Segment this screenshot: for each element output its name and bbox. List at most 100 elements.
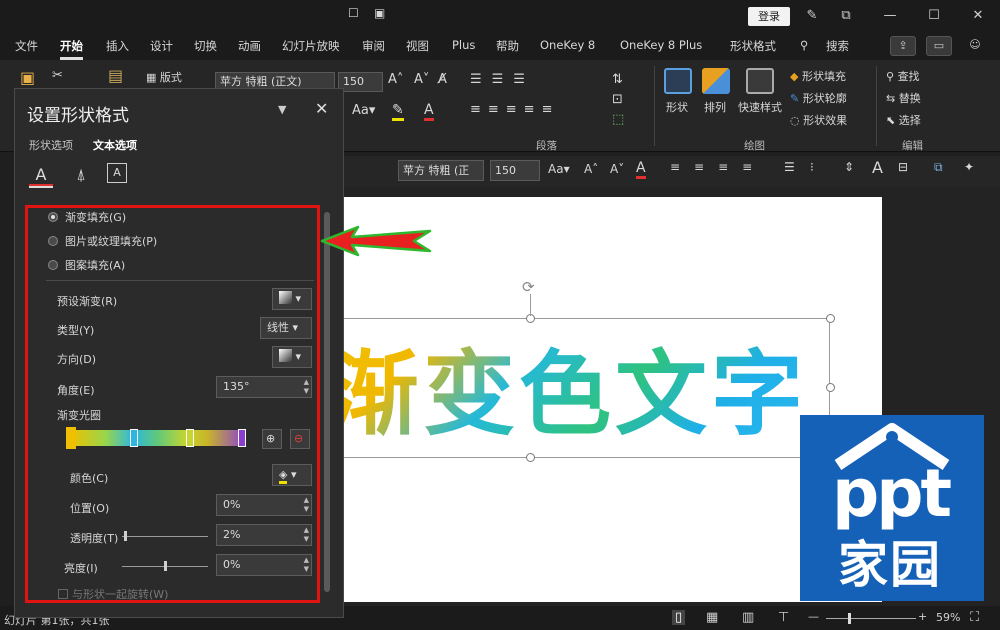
arrange-label: 排列 — [704, 101, 726, 114]
fit-slide-icon[interactable]: ⛶ — [970, 610, 979, 625]
resize-handle[interactable] — [526, 453, 535, 462]
tab-onekey8-plus[interactable]: OneKey 8 Plus — [620, 38, 702, 52]
pointer-arrow-icon — [320, 225, 432, 257]
line-spacing-icon[interactable]: ⇕ — [844, 160, 854, 174]
tab-plus[interactable]: Plus — [452, 38, 475, 52]
minimize-icon[interactable]: — — [880, 6, 900, 26]
paste-icon[interactable]: ▣ — [20, 68, 35, 87]
tab-view[interactable]: 视图 — [406, 38, 429, 54]
text-box-icon[interactable]: A — [107, 163, 127, 183]
tab-onekey8[interactable]: OneKey 8 — [540, 38, 595, 52]
resize-handle[interactable] — [826, 383, 835, 392]
mini-align-icons[interactable]: ≡≡≡≡ — [670, 160, 766, 174]
quick-style-icon[interactable] — [746, 68, 774, 94]
text-box-selection[interactable] — [320, 318, 830, 458]
find-button[interactable]: ⚲ 查找 — [886, 68, 920, 84]
search-label[interactable]: 搜索 — [826, 38, 849, 54]
grow-font-icon[interactable]: A˄ — [388, 72, 403, 87]
select-button[interactable]: ⬉ 选择 — [886, 112, 921, 128]
shape-fill-label: 形状填充 — [801, 70, 846, 83]
zoom-in-icon[interactable]: + — [918, 610, 927, 623]
shape-icon[interactable] — [664, 68, 692, 94]
grow-font-icon[interactable]: A˄ — [584, 162, 598, 176]
shape-fill-button[interactable]: ◆ 形状填充 — [790, 68, 846, 84]
shrink-font-icon[interactable]: A˅ — [414, 72, 429, 87]
restore-icon[interactable]: ⧉ — [836, 6, 856, 26]
text-effects-icon[interactable]: A — [872, 158, 883, 177]
clear-format-icon[interactable]: A̸ — [438, 72, 447, 87]
pane-scrollbar-thumb[interactable] — [324, 212, 330, 592]
align-text-icon[interactable]: ⊡ — [612, 92, 623, 107]
tab-help[interactable]: 帮助 — [496, 38, 519, 54]
comment-icon[interactable]: ▭ — [926, 36, 952, 56]
reading-view-icon[interactable]: ▥ — [742, 610, 754, 625]
change-case-icon[interactable]: Aa▾ — [352, 103, 375, 118]
tab-text-options[interactable]: 文本选项 — [93, 137, 137, 153]
slideshow-icon[interactable]: ⊤ — [778, 610, 789, 625]
font-color-icon[interactable]: A — [636, 160, 646, 179]
editing-group-label: 编辑 — [902, 140, 923, 152]
text-direction-icon[interactable]: ⇅ — [612, 72, 623, 87]
text-fill-outline-icon[interactable]: A — [29, 163, 53, 188]
sorter-view-icon[interactable]: ▦ — [706, 610, 718, 625]
format-painter-icon[interactable]: ✦ — [964, 160, 974, 174]
zoom-slider[interactable] — [826, 618, 916, 619]
pen-icon[interactable]: ✎ — [802, 6, 822, 26]
layout-label: 版式 — [159, 71, 182, 84]
maximize-icon[interactable]: ☐ — [924, 6, 944, 26]
shape-outline-label: 形状轮廓 — [802, 92, 847, 105]
tab-animations[interactable]: 动画 — [238, 38, 261, 54]
shape-outline-button[interactable]: ✎ 形状轮廓 — [790, 90, 847, 106]
text-effects-icon[interactable]: ⍋ — [69, 163, 93, 187]
share-icon[interactable]: ⇪ — [890, 36, 916, 56]
search-icon[interactable]: ⚲ — [800, 38, 808, 52]
bullets-icon[interactable]: ☰ — [784, 160, 795, 174]
layout-button[interactable]: ▦ 版式 — [146, 69, 182, 85]
tab-review[interactable]: 审阅 — [362, 38, 385, 54]
highlight-icon[interactable]: ✎ — [392, 102, 404, 121]
zoom-out-icon[interactable]: — — [808, 610, 819, 623]
close-icon[interactable]: ✕ — [315, 99, 328, 118]
emoji-icon[interactable]: ☺ — [962, 36, 988, 56]
smartart-icon[interactable]: ⬚ — [612, 112, 624, 127]
pane-menu-icon[interactable]: ▼ — [278, 103, 286, 116]
tab-home[interactable]: 开始 — [60, 38, 83, 60]
shrink-font-icon[interactable]: A˅ — [610, 162, 624, 176]
quick-styles-icon[interactable]: ⧉ — [934, 160, 943, 175]
new-slide-icon[interactable]: ▤ — [108, 66, 123, 85]
tab-shape-options[interactable]: 形状选项 — [29, 137, 73, 153]
zoom-level[interactable]: 59% — [936, 611, 960, 624]
rotate-handle[interactable]: ⟳ — [522, 278, 535, 296]
font-size-select[interactable]: 150 — [338, 72, 383, 92]
tab-shape-format[interactable]: 形状格式 — [730, 38, 776, 54]
cut-icon[interactable]: ✂ — [52, 68, 63, 83]
login-button[interactable]: 登录 — [748, 7, 790, 26]
mini-toolbar-icon-1[interactable]: ☐ — [348, 6, 359, 20]
tab-design[interactable]: 设计 — [150, 38, 173, 54]
list-icons[interactable]: ☰☰☰ — [470, 72, 535, 87]
paragraph-group-label: 段落 — [536, 140, 557, 152]
mini-size-select[interactable]: 150 — [490, 160, 540, 181]
pen-outline-icon: ✎ — [790, 92, 803, 105]
replace-button[interactable]: ⇆ 替换 — [886, 90, 921, 106]
tab-transitions[interactable]: 切换 — [194, 38, 217, 54]
tab-insert[interactable]: 插入 — [106, 38, 129, 54]
text-box-icon[interactable]: ⊟ — [898, 160, 908, 174]
mini-font-select[interactable]: 苹方 特粗 (正 — [398, 160, 484, 181]
replace-label: 替换 — [898, 92, 921, 105]
numbering-icon[interactable]: ⁝ — [810, 160, 814, 174]
mini-toolbar-icon-2[interactable]: ▣ — [374, 6, 385, 20]
arrange-icon[interactable] — [702, 68, 730, 94]
close-icon[interactable]: ✕ — [968, 6, 988, 26]
tab-slideshow[interactable]: 幻灯片放映 — [282, 38, 340, 54]
tab-file[interactable]: 文件 — [15, 38, 38, 54]
change-case-icon[interactable]: Aa▾ — [548, 162, 570, 176]
effects-icon: ◌ — [790, 114, 804, 127]
align-icons[interactable]: ≡≡≡≡≡ — [470, 102, 559, 117]
normal-view-icon[interactable]: ▯ — [672, 610, 686, 625]
shape-effects-button[interactable]: ◌ 形状效果 — [790, 112, 847, 128]
paint-bucket-icon: ◆ — [790, 70, 802, 83]
font-color-icon[interactable]: A — [424, 102, 434, 121]
zoom-slider-thumb[interactable] — [848, 613, 851, 624]
resize-handle[interactable] — [826, 314, 835, 323]
